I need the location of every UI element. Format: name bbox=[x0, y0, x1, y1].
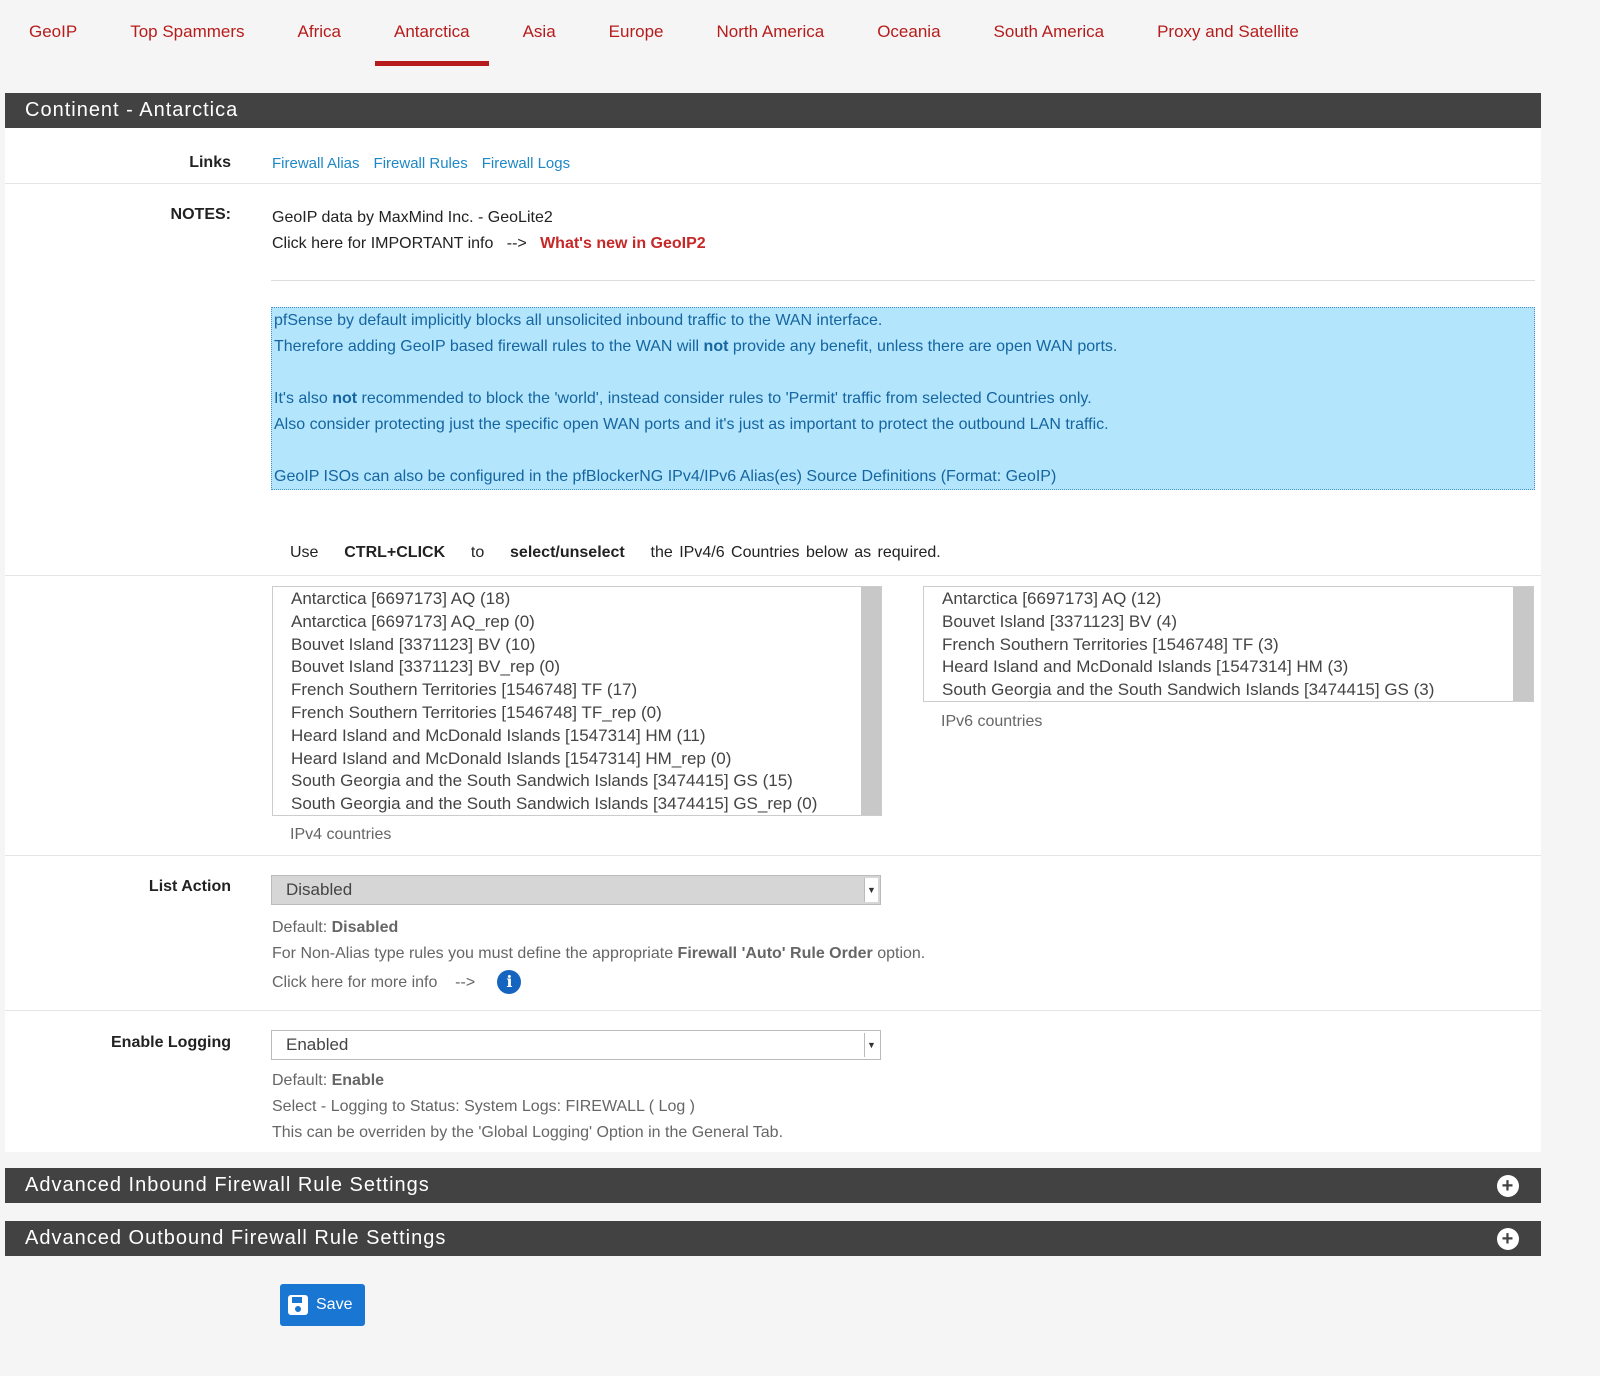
tab-oceania[interactable]: Oceania bbox=[858, 0, 959, 66]
firewall-logs-link[interactable]: Firewall Logs bbox=[482, 155, 570, 172]
country-option[interactable]: Bouvet Island [3371123] BV (4) bbox=[942, 611, 1533, 634]
list-action-help: For Non-Alias type rules you must define… bbox=[272, 945, 926, 962]
plus-circle-icon[interactable]: + bbox=[1497, 1175, 1519, 1197]
save-button[interactable]: Save bbox=[280, 1284, 365, 1326]
save-label: Save bbox=[316, 1296, 353, 1313]
advanced-outbound-title: Advanced Outbound Firewall Rule Settings bbox=[25, 1227, 447, 1249]
continent-panel: Links Firewall Alias Firewall Rules Firewa… bbox=[5, 128, 1541, 1152]
usage-hint: Use CTRL+CLICK to select/unselect the IP… bbox=[290, 544, 941, 561]
whats-new-link[interactable]: What's new in GeoIP2 bbox=[540, 235, 706, 252]
links-label: Links bbox=[189, 154, 231, 171]
ipv6-countries-select[interactable]: Antarctica [6697173] AQ (12) Bouvet Islan… bbox=[923, 586, 1534, 702]
tab-south-america[interactable]: South America bbox=[975, 0, 1124, 66]
save-icon bbox=[288, 1295, 308, 1315]
scrollbar[interactable] bbox=[1513, 587, 1533, 701]
notes-line2: Click here for IMPORTANT info bbox=[272, 235, 494, 252]
info-line: Therefore adding GeoIP based firewall ru… bbox=[274, 338, 1118, 355]
country-option[interactable]: Antarctica [6697173] AQ (18) bbox=[291, 588, 881, 611]
tab-bar: GeoIP Top Spammers Africa Antarctica Asi… bbox=[0, 0, 1333, 70]
notes-line1: GeoIP data by MaxMind Inc. - GeoLite2 bbox=[272, 209, 553, 226]
info-line: It's also not recommended to block the '… bbox=[274, 390, 1092, 407]
chevron-down-icon: ▼ bbox=[864, 1033, 878, 1057]
plus-circle-icon[interactable]: + bbox=[1497, 1228, 1519, 1250]
ipv6-label: IPv6 countries bbox=[941, 713, 1043, 730]
logging-help: This can be overriden by the 'Global Log… bbox=[272, 1124, 784, 1141]
tab-antarctica[interactable]: Antarctica bbox=[375, 0, 489, 66]
country-option[interactable]: Antarctica [6697173] AQ (12) bbox=[942, 588, 1533, 611]
list-action-label: List Action bbox=[148, 878, 231, 895]
list-action-select[interactable]: Disabled ▼ bbox=[271, 875, 881, 905]
advanced-inbound-title: Advanced Inbound Firewall Rule Settings bbox=[25, 1174, 430, 1196]
advanced-inbound-header[interactable]: Advanced Inbound Firewall Rule Settings + bbox=[5, 1168, 1541, 1203]
country-option[interactable]: Bouvet Island [3371123] BV (10) bbox=[291, 634, 881, 657]
firewall-rules-link[interactable]: Firewall Rules bbox=[374, 155, 468, 172]
list-action-default: Default: Disabled bbox=[272, 919, 399, 936]
tab-north-america[interactable]: North America bbox=[698, 0, 844, 66]
country-option[interactable]: Heard Island and McDonald Islands [15473… bbox=[291, 748, 881, 771]
info-line: GeoIP ISOs can also be configured in the… bbox=[274, 468, 1057, 485]
more-info-text: Click here for more info bbox=[272, 974, 438, 991]
firewall-alias-link[interactable]: Firewall Alias bbox=[272, 155, 360, 172]
logging-default: Default: Enable bbox=[272, 1072, 385, 1089]
tab-europe[interactable]: Europe bbox=[590, 0, 683, 66]
country-option[interactable]: South Georgia and the South Sandwich Isl… bbox=[291, 770, 881, 793]
tab-asia[interactable]: Asia bbox=[504, 0, 575, 66]
logging-help: Select - Logging to Status: System Logs:… bbox=[272, 1098, 696, 1115]
tab-geoip[interactable]: GeoIP bbox=[10, 0, 96, 66]
country-option[interactable]: Heard Island and McDonald Islands [15473… bbox=[291, 725, 881, 748]
notes-label: NOTES: bbox=[170, 206, 231, 223]
country-option[interactable]: South Georgia and the South Sandwich Isl… bbox=[942, 679, 1533, 701]
panel-title: Continent - Antarctica bbox=[5, 93, 1541, 128]
tab-proxy-satellite[interactable]: Proxy and Satellite bbox=[1138, 0, 1318, 66]
info-line: pfSense by default implicitly blocks all… bbox=[274, 312, 883, 329]
country-option[interactable]: Antarctica [6697173] AQ_rep (0) bbox=[291, 611, 881, 634]
country-option[interactable]: South Georgia and the South Sandwich Isl… bbox=[291, 793, 881, 815]
country-option[interactable]: Bouvet Island [3371123] BV_rep (0) bbox=[291, 656, 881, 679]
tab-africa[interactable]: Africa bbox=[279, 0, 360, 66]
chevron-down-icon: ▼ bbox=[864, 878, 878, 902]
ipv4-label: IPv4 countries bbox=[290, 826, 392, 843]
info-line: Also consider protecting just the specif… bbox=[274, 416, 1109, 433]
scrollbar[interactable] bbox=[861, 587, 881, 815]
country-option[interactable]: Heard Island and McDonald Islands [15473… bbox=[942, 656, 1533, 679]
info-icon[interactable]: i bbox=[497, 970, 522, 994]
country-option[interactable]: French Southern Territories [1546748] TF… bbox=[291, 679, 881, 702]
arrow-text: --> bbox=[455, 974, 476, 991]
tab-top-spammers[interactable]: Top Spammers bbox=[111, 0, 263, 66]
enable-logging-select[interactable]: Enabled ▼ bbox=[271, 1030, 881, 1060]
country-option[interactable]: French Southern Territories [1546748] TF… bbox=[291, 702, 881, 725]
arrow-text: --> bbox=[506, 235, 527, 252]
ipv4-countries-select[interactable]: Antarctica [6697173] AQ (18) Antarctica [… bbox=[272, 586, 882, 816]
info-box: pfSense by default implicitly blocks all… bbox=[271, 307, 1535, 490]
advanced-outbound-header[interactable]: Advanced Outbound Firewall Rule Settings… bbox=[5, 1221, 1541, 1256]
country-option[interactable]: French Southern Territories [1546748] TF… bbox=[942, 634, 1533, 657]
enable-logging-label: Enable Logging bbox=[111, 1034, 231, 1051]
